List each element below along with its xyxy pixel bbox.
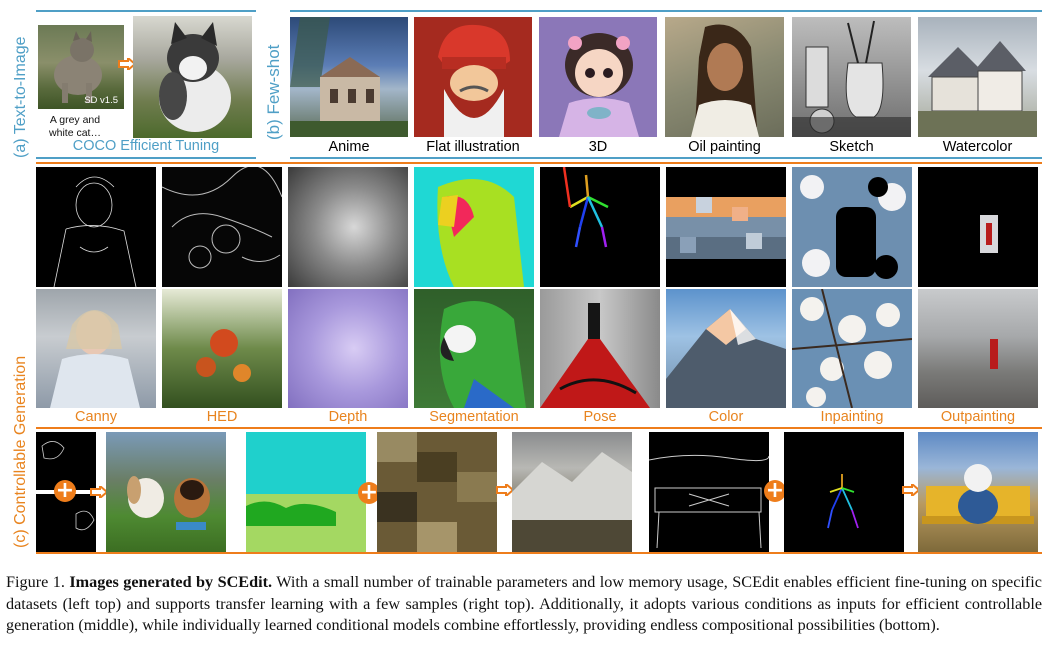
sd-cat-image: SD v1.5 bbox=[38, 25, 124, 109]
inpainting-condition-image bbox=[792, 167, 912, 287]
anime-image bbox=[290, 17, 408, 137]
condition-label-outpainting: Outpainting bbox=[940, 409, 1016, 425]
condition-label-canny: Canny bbox=[75, 409, 117, 425]
divider-b-bottom bbox=[290, 157, 1042, 159]
divider-a-bottom bbox=[36, 157, 256, 159]
coco-tuning-label: COCO Efficient Tuning bbox=[72, 138, 220, 154]
composition-dogs-image bbox=[106, 432, 226, 552]
composition-dog-bench-image bbox=[918, 432, 1038, 552]
condition-label-color: Color bbox=[708, 409, 744, 425]
canny-result-image bbox=[36, 289, 156, 408]
depth-condition-image bbox=[288, 167, 408, 287]
color-result-image bbox=[666, 289, 786, 408]
condition-label-hed: HED bbox=[206, 409, 238, 425]
style-label-anime: Anime bbox=[328, 139, 370, 155]
outpainting-result-image bbox=[918, 289, 1038, 408]
style-label-watercolor: Watercolor bbox=[942, 139, 1013, 155]
pose-result-image bbox=[540, 289, 660, 408]
condition-label-depth: Depth bbox=[328, 409, 368, 425]
section-c-label: (c) Controllable Generation bbox=[12, 355, 29, 548]
sketch-image bbox=[792, 17, 911, 137]
watercolor-image bbox=[918, 17, 1037, 137]
tuned-cat-image bbox=[133, 16, 252, 138]
composition-hed-image bbox=[649, 432, 769, 552]
oil-painting-image bbox=[665, 17, 784, 137]
pose-condition-image bbox=[540, 167, 660, 287]
style-label-flat-illustration: Flat illustration bbox=[426, 139, 520, 155]
hed-condition-image bbox=[162, 167, 282, 287]
model-badge: SD v1.5 bbox=[84, 95, 118, 106]
condition-label-segmentation: Segmentation bbox=[429, 409, 519, 425]
divider-c-bottom bbox=[36, 552, 1042, 554]
canny-condition-image bbox=[36, 167, 156, 287]
prompt-text: A grey and white cat… bbox=[49, 114, 101, 139]
condition-label-pose: Pose bbox=[583, 409, 617, 425]
composition-segmentation-image bbox=[246, 432, 366, 552]
divider-c-top bbox=[36, 162, 1042, 164]
condition-label-inpainting: Inpainting bbox=[820, 409, 884, 425]
outpainting-condition-image bbox=[918, 167, 1038, 287]
hed-result-image bbox=[162, 289, 282, 408]
depth-result-image bbox=[288, 289, 408, 408]
divider-c-middle bbox=[36, 427, 1042, 429]
segmentation-condition-image bbox=[414, 167, 534, 287]
caption-title: Images generated by SCEdit. bbox=[69, 573, 273, 591]
inpainting-result-image bbox=[792, 289, 912, 408]
segmentation-result-image bbox=[414, 289, 534, 408]
divider-b-top bbox=[290, 10, 1042, 12]
style-label-3d: 3D bbox=[588, 139, 608, 155]
section-a-label: (a) Text-to-Image bbox=[12, 36, 29, 158]
color-condition-image bbox=[666, 167, 786, 287]
flat-illustration-image bbox=[414, 17, 532, 137]
style-label-sketch: Sketch bbox=[829, 139, 874, 155]
section-b-label: (b) Few-shot bbox=[264, 44, 283, 140]
composition-pose-image bbox=[784, 432, 904, 552]
style-label-oil-painting: Oil painting bbox=[688, 139, 761, 155]
composition-color-image bbox=[377, 432, 497, 552]
divider-a-top bbox=[36, 10, 256, 12]
plus-icon: + bbox=[764, 478, 786, 503]
3d-image bbox=[539, 17, 657, 137]
composition-mountain-image bbox=[512, 432, 632, 552]
plus-icon: + bbox=[54, 478, 76, 503]
figure-caption: Figure 1. Images generated by SCEdit. Wi… bbox=[6, 572, 1042, 637]
caption-prefix: Figure 1. bbox=[6, 573, 65, 591]
